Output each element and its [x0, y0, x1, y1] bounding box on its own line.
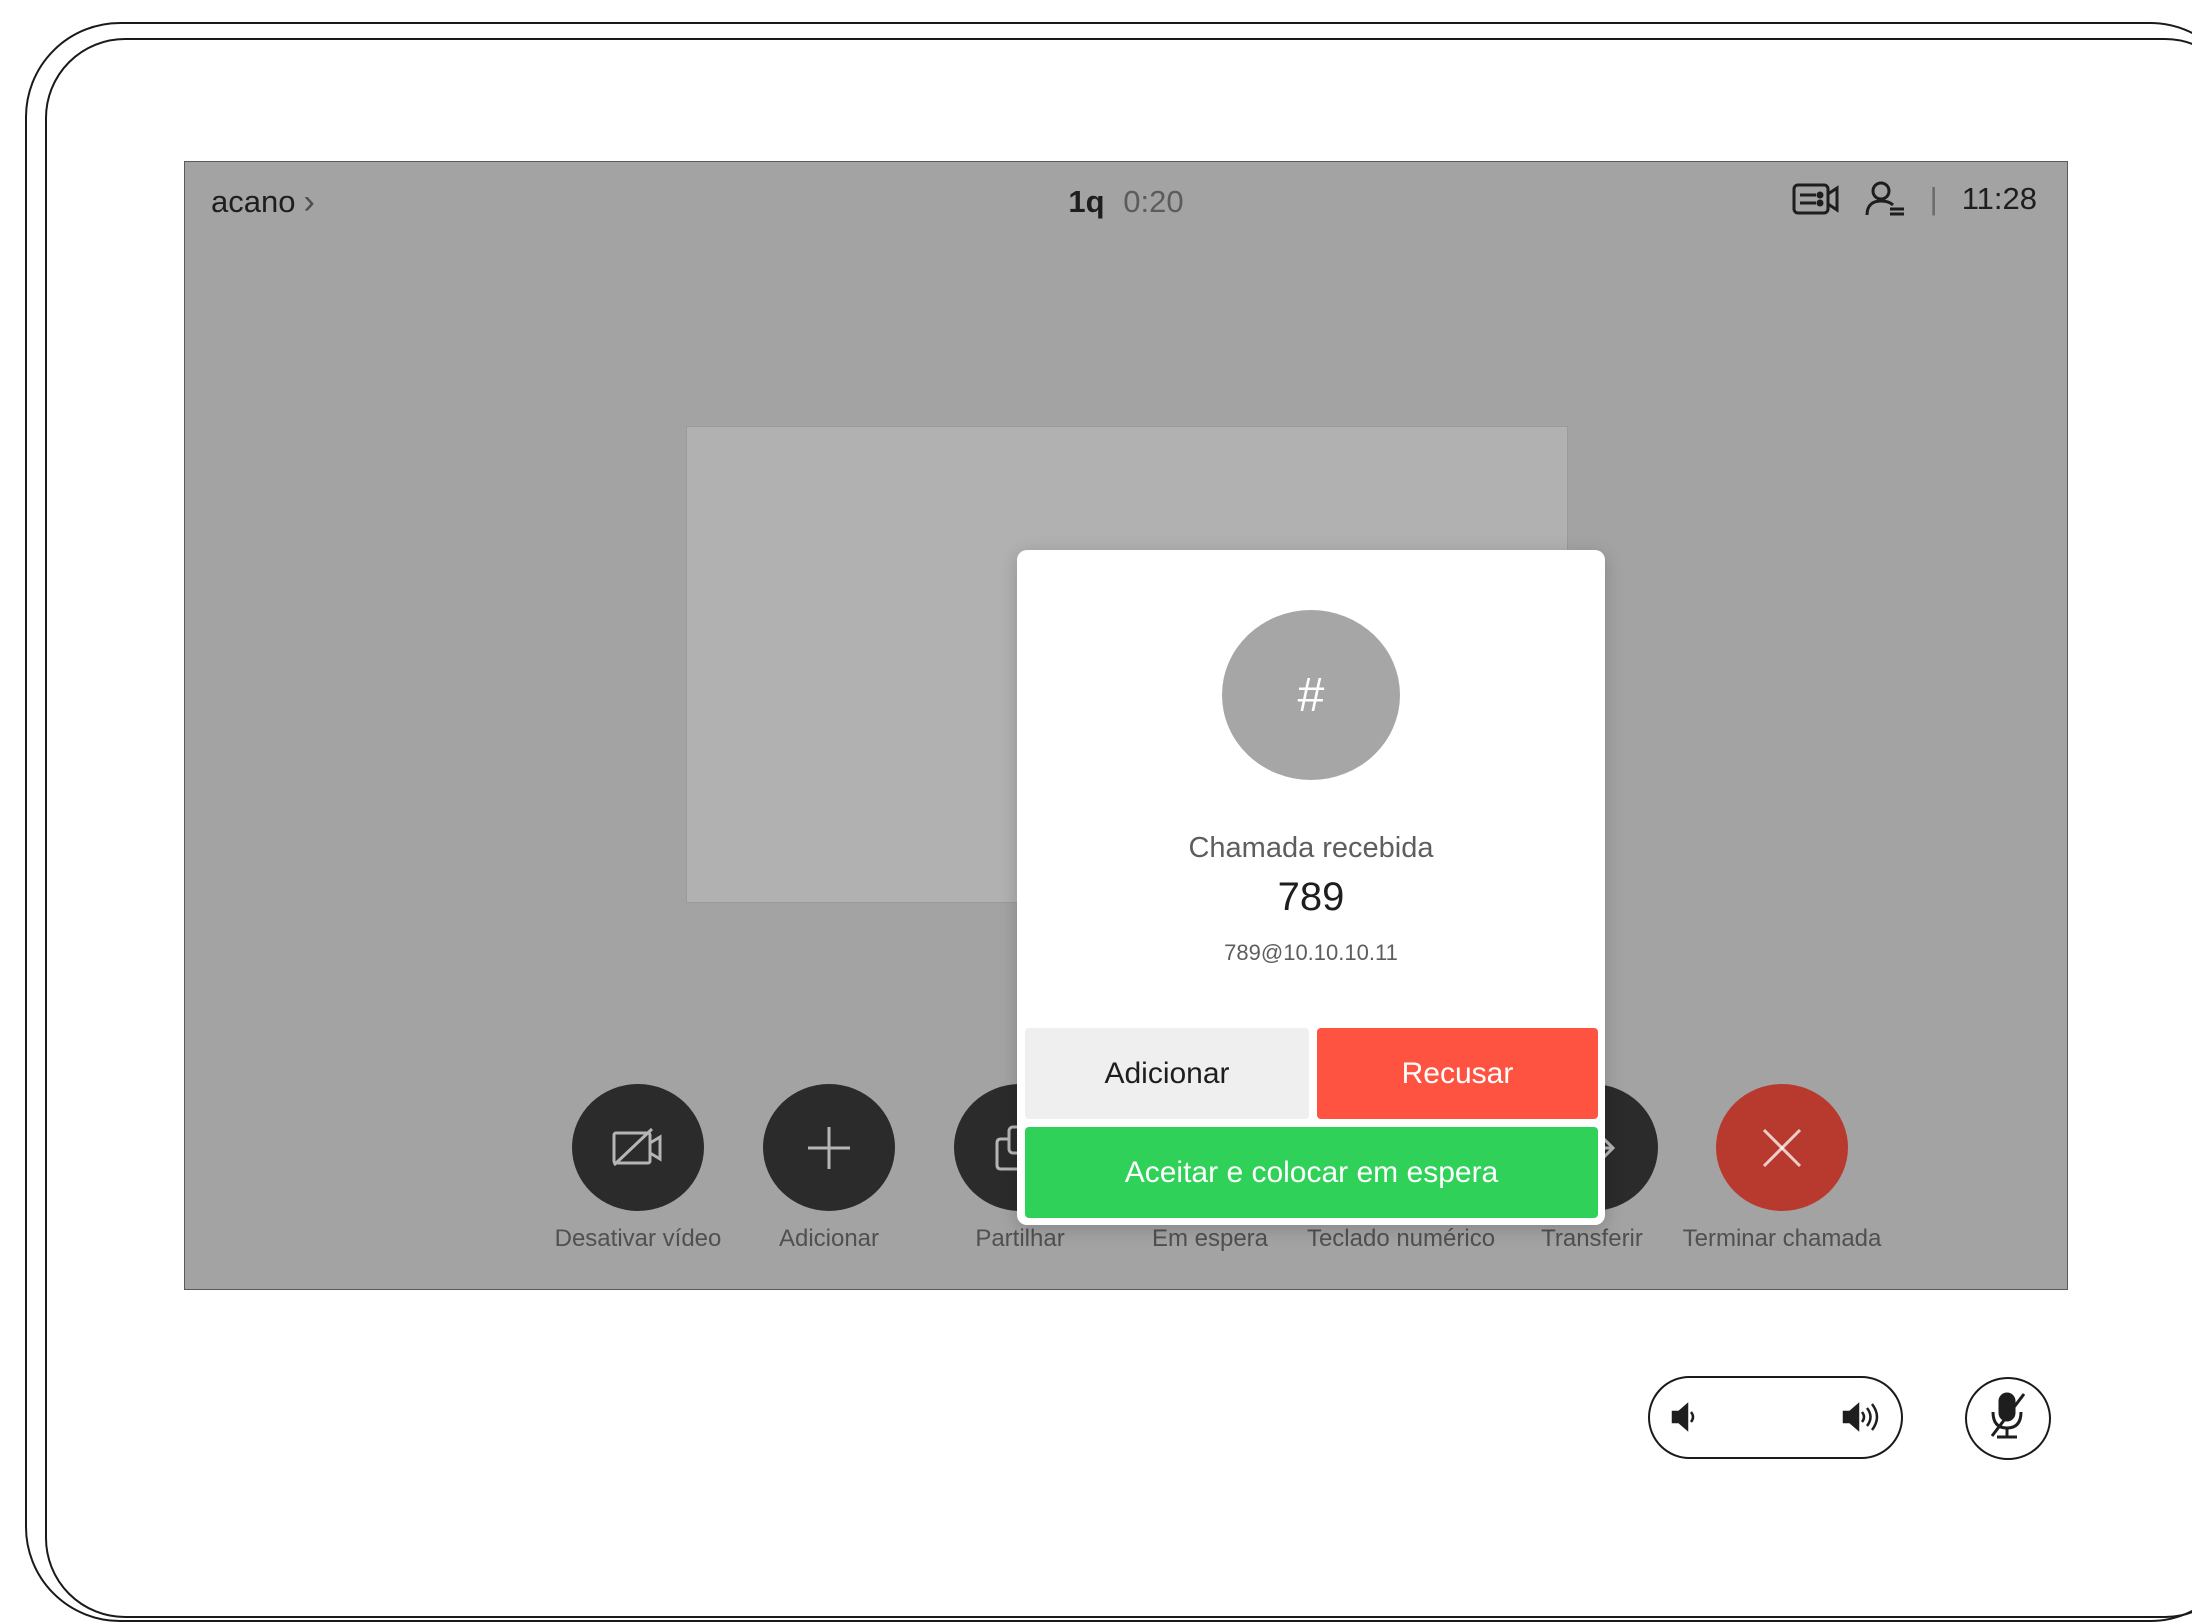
- add-label: Adicionar: [778, 1225, 880, 1252]
- transfer-label: Transferir: [1541, 1225, 1643, 1252]
- end-call-button[interactable]: Terminar chamada: [1682, 1084, 1882, 1253]
- video-settings-icon[interactable]: [1792, 182, 1840, 216]
- microphone-mute-button[interactable]: [1965, 1377, 2051, 1460]
- add-button[interactable]: Adicionar: [729, 1084, 929, 1253]
- disable-video-button[interactable]: Desativar vídeo: [538, 1084, 738, 1253]
- caller-number: 789: [1277, 875, 1345, 919]
- hold-label: Em espera: [1151, 1225, 1269, 1252]
- video-off-icon: [572, 1084, 704, 1211]
- close-icon: [1716, 1084, 1848, 1211]
- call-status: Chamada recebida: [1188, 832, 1434, 864]
- status-separator: |: [1929, 181, 1938, 216]
- microphone-muted-icon: [1986, 1390, 2030, 1447]
- incoming-call-dialog: # Chamada recebida 789 789@10.10.10.11 A…: [1017, 550, 1605, 1225]
- call-id: 1q: [1068, 184, 1105, 219]
- share-label: Partilhar: [975, 1225, 1065, 1252]
- status-area: | 11:28: [1792, 180, 2037, 218]
- call-duration: 0:20: [1123, 184, 1184, 219]
- avatar: #: [1222, 610, 1400, 780]
- clock: 11:28: [1961, 181, 2037, 216]
- add-call-button[interactable]: Adicionar: [1025, 1028, 1309, 1119]
- call-screen: acano › 1q 0:20 | 11:28 Desativar vídeo …: [184, 161, 2068, 1290]
- decline-button[interactable]: Recusar: [1317, 1028, 1598, 1119]
- volume-up-icon[interactable]: [1841, 1400, 1881, 1439]
- call-info: 1q 0:20: [185, 184, 2067, 220]
- volume-control: [1648, 1376, 1903, 1459]
- contacts-icon[interactable]: [1864, 180, 1906, 218]
- volume-down-icon[interactable]: [1670, 1400, 1700, 1439]
- disable-video-label: Desativar vídeo: [554, 1225, 722, 1252]
- caller-uri: 789@10.10.10.11: [1224, 940, 1398, 965]
- end-call-label: Terminar chamada: [1682, 1225, 1882, 1252]
- plus-icon: [763, 1084, 895, 1211]
- keypad-label: Teclado numérico: [1306, 1225, 1496, 1252]
- accept-and-hold-button[interactable]: Aceitar e colocar em espera: [1025, 1127, 1598, 1218]
